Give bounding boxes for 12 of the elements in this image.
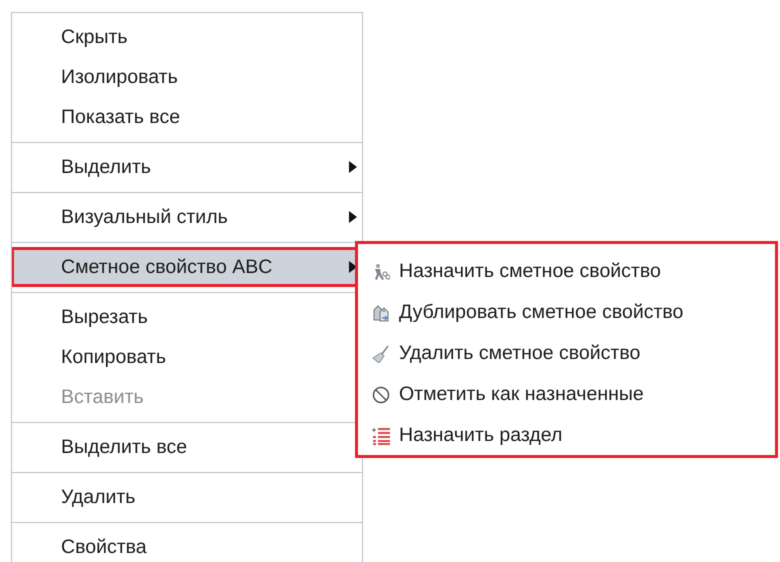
menu-item[interactable]: Показать все bbox=[12, 97, 362, 137]
broom-icon bbox=[372, 344, 390, 362]
tags-icon bbox=[372, 304, 390, 322]
list-icon bbox=[372, 426, 390, 444]
forbidden-icon bbox=[372, 386, 390, 404]
menu-item[interactable]: Свойства bbox=[12, 527, 362, 562]
menu-item[interactable]: Удалить bbox=[12, 477, 362, 517]
figure-icon bbox=[372, 262, 390, 280]
menu-item[interactable]: Визуальный стиль bbox=[12, 197, 362, 237]
menu-item[interactable]: Скрыть bbox=[12, 17, 362, 57]
menu-item[interactable]: Изолировать bbox=[12, 57, 362, 97]
menu-item[interactable]: Выделить bbox=[12, 147, 362, 187]
